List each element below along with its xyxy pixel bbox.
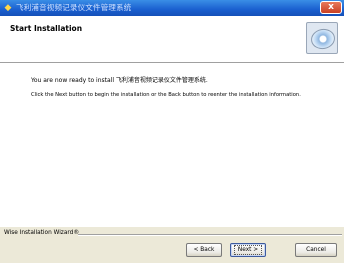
close-icon: x	[328, 2, 334, 12]
footer-divider	[78, 234, 342, 236]
next-button[interactable]: Next >	[230, 243, 266, 257]
cd-disc-icon	[306, 22, 338, 54]
back-button[interactable]: < Back	[186, 243, 222, 257]
wizard-header: Start Installation	[0, 16, 344, 63]
title-bar[interactable]: ◆ 飞利浦音视频记录仪文件管理系统 x	[0, 0, 344, 16]
wizard-brand-label: Wise Installation Wizard®	[4, 230, 80, 236]
ready-message: You are now ready to install 飞利浦音视频记录仪文件…	[31, 77, 208, 84]
cancel-button[interactable]: Cancel	[295, 243, 337, 257]
instruction-message: Click the Next button to begin the insta…	[31, 92, 301, 98]
cancel-button-label: Cancel	[306, 247, 326, 253]
next-button-label: Next >	[233, 245, 263, 255]
close-button[interactable]: x	[320, 1, 342, 14]
page-title: Start Installation	[10, 24, 83, 33]
app-icon: ◆	[4, 3, 12, 13]
back-button-label: < Back	[193, 247, 215, 253]
wizard-content	[0, 63, 344, 227]
cd-disc-graphic	[309, 27, 337, 51]
installer-window: ◆ 飞利浦音视频记录仪文件管理系统 x Start Installation Y…	[0, 0, 344, 263]
window-title: 飞利浦音视频记录仪文件管理系统	[16, 3, 132, 12]
